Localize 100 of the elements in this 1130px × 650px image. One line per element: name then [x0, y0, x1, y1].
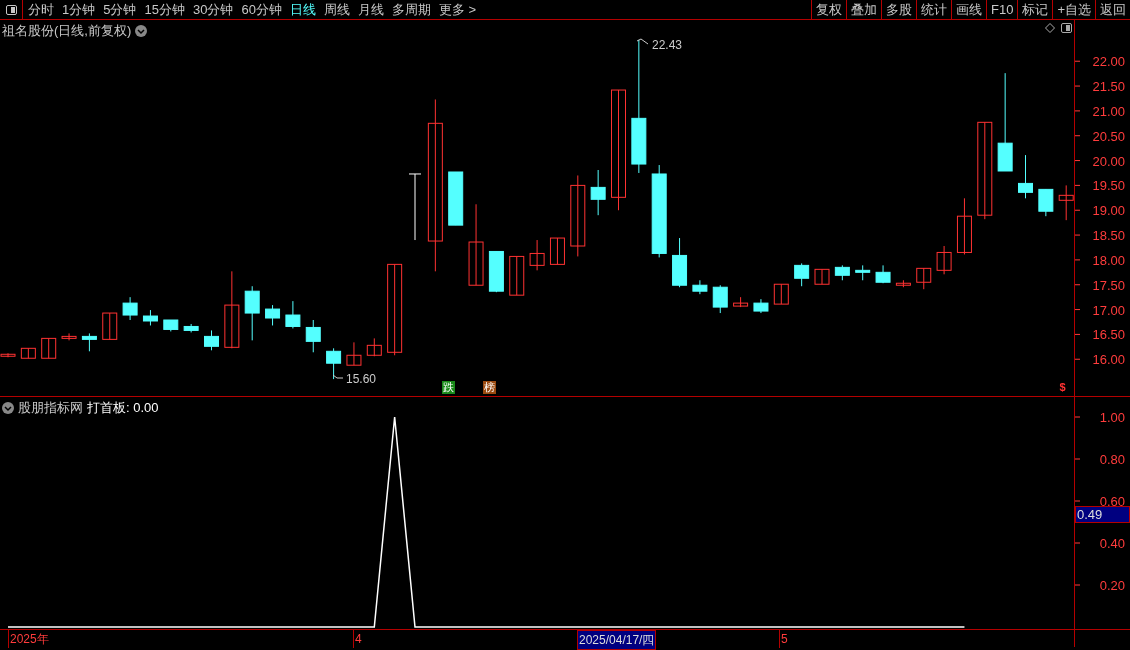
candle — [549, 237, 565, 265]
axis-label: 17.50 — [1092, 277, 1125, 293]
candle — [346, 341, 362, 366]
candle — [916, 267, 932, 290]
axis-label: 16.50 — [1092, 327, 1125, 343]
axis-label: 19.00 — [1092, 203, 1125, 219]
leader-line — [636, 38, 649, 45]
axis-label: 20.00 — [1092, 153, 1125, 169]
candle — [163, 319, 179, 332]
axis-label: 1.00 — [1099, 410, 1125, 425]
time-axis-label: 2025/04/17/四 — [577, 630, 657, 650]
candle — [142, 309, 158, 326]
panel-toggle-icon[interactable] — [1061, 23, 1072, 33]
toolbar-button[interactable]: 复权 — [811, 0, 846, 19]
current-value: 0.49 — [1075, 506, 1130, 523]
candle — [102, 312, 118, 340]
candle — [0, 352, 16, 358]
diamond-icon[interactable] — [1045, 23, 1055, 33]
period-tab[interactable]: 日线 — [286, 0, 319, 20]
axis-label: 18.50 — [1092, 228, 1125, 244]
candle — [672, 237, 688, 288]
period-tab[interactable]: 30分钟 — [189, 0, 237, 20]
axis-label: 21.50 — [1092, 79, 1125, 95]
period-tab[interactable]: 周线 — [320, 0, 353, 20]
axis-label: 17.00 — [1092, 302, 1125, 318]
candle — [1018, 154, 1033, 199]
candle — [875, 264, 891, 284]
time-axis-label: 4 — [353, 630, 363, 648]
candle — [204, 329, 219, 351]
axis-label: 20.50 — [1092, 128, 1125, 144]
panel-toggle-icon[interactable] — [5, 4, 17, 15]
candle — [488, 250, 504, 293]
candle — [305, 319, 321, 353]
toolbar-button[interactable]: 叠加 — [846, 0, 881, 19]
axis-label: 21.00 — [1092, 103, 1125, 119]
candle — [814, 268, 830, 285]
candle — [183, 323, 199, 333]
axis-label: 18.00 — [1092, 252, 1125, 268]
chevron-down-icon[interactable] — [2, 401, 14, 414]
period-tab[interactable]: 月线 — [354, 0, 387, 20]
period-tab[interactable]: 15分钟 — [141, 0, 188, 20]
toolbar-button[interactable]: 返回 — [1095, 0, 1130, 19]
toolbar-button[interactable]: F10 — [986, 0, 1018, 19]
candle — [41, 337, 57, 359]
toolbar-button[interactable]: 画线 — [951, 0, 986, 19]
period-tab[interactable]: 60分钟 — [238, 0, 285, 20]
time-axis-label: 5 — [779, 630, 789, 648]
toolbar-button[interactable]: 统计 — [916, 0, 951, 19]
leader-line — [332, 374, 344, 379]
toolbar-button[interactable]: +自选 — [1052, 0, 1095, 19]
indicator-name: 股朋指标网 — [18, 399, 83, 417]
candle — [936, 245, 952, 275]
axis-label: 22.00 — [1092, 54, 1125, 70]
high-price-label: 22.43 — [652, 38, 683, 52]
candle — [733, 296, 749, 308]
candle — [753, 298, 769, 314]
chevron-down-icon[interactable] — [135, 24, 148, 37]
candle — [61, 332, 77, 341]
candle — [794, 262, 810, 287]
candle — [712, 284, 728, 314]
candle — [326, 347, 342, 380]
candle — [692, 279, 708, 295]
candle — [895, 279, 911, 288]
candle — [509, 255, 525, 296]
chart-title: 祖名股份(日线,前复权) — [2, 22, 132, 40]
period-tab[interactable]: 5分钟 — [100, 0, 140, 20]
candle — [1038, 188, 1054, 217]
period-tab[interactable]: 1分钟 — [59, 0, 99, 20]
axis-label: 0.60 — [1099, 494, 1125, 509]
candle — [1058, 184, 1074, 221]
candle — [529, 239, 545, 271]
time-axis-label: 2025年 — [8, 630, 50, 648]
candle — [834, 264, 850, 281]
axis-label: 0.40 — [1099, 536, 1125, 551]
period-tab[interactable]: 分时 — [25, 0, 57, 20]
candle — [20, 347, 36, 359]
candle — [265, 304, 281, 326]
candle — [366, 337, 382, 357]
indicator-reading: 打首板: 0.00 — [87, 399, 159, 417]
toolbar-button[interactable]: 标记 — [1017, 0, 1053, 19]
axis-label: 0.20 — [1099, 578, 1125, 593]
period-tab[interactable]: 更多 > — [435, 0, 480, 20]
period-tab[interactable]: 多周期 — [388, 0, 434, 20]
axis-label: 0.80 — [1099, 452, 1125, 467]
candle — [122, 296, 138, 321]
candle — [773, 283, 789, 305]
marker-tag[interactable]: 跌 — [442, 381, 455, 394]
low-price-label: 15.60 — [346, 372, 377, 386]
candle — [285, 300, 301, 329]
candle — [448, 171, 464, 226]
candle — [408, 173, 422, 241]
marker-sign[interactable]: $ — [1056, 381, 1069, 394]
candle — [244, 285, 260, 341]
candle — [956, 197, 972, 255]
candle — [590, 169, 606, 216]
marker-tag[interactable]: 榜 — [483, 381, 496, 394]
candle — [81, 332, 97, 352]
axis-label: 19.50 — [1092, 178, 1125, 194]
toolbar-button[interactable]: 多股 — [881, 0, 916, 19]
candle — [855, 264, 871, 281]
